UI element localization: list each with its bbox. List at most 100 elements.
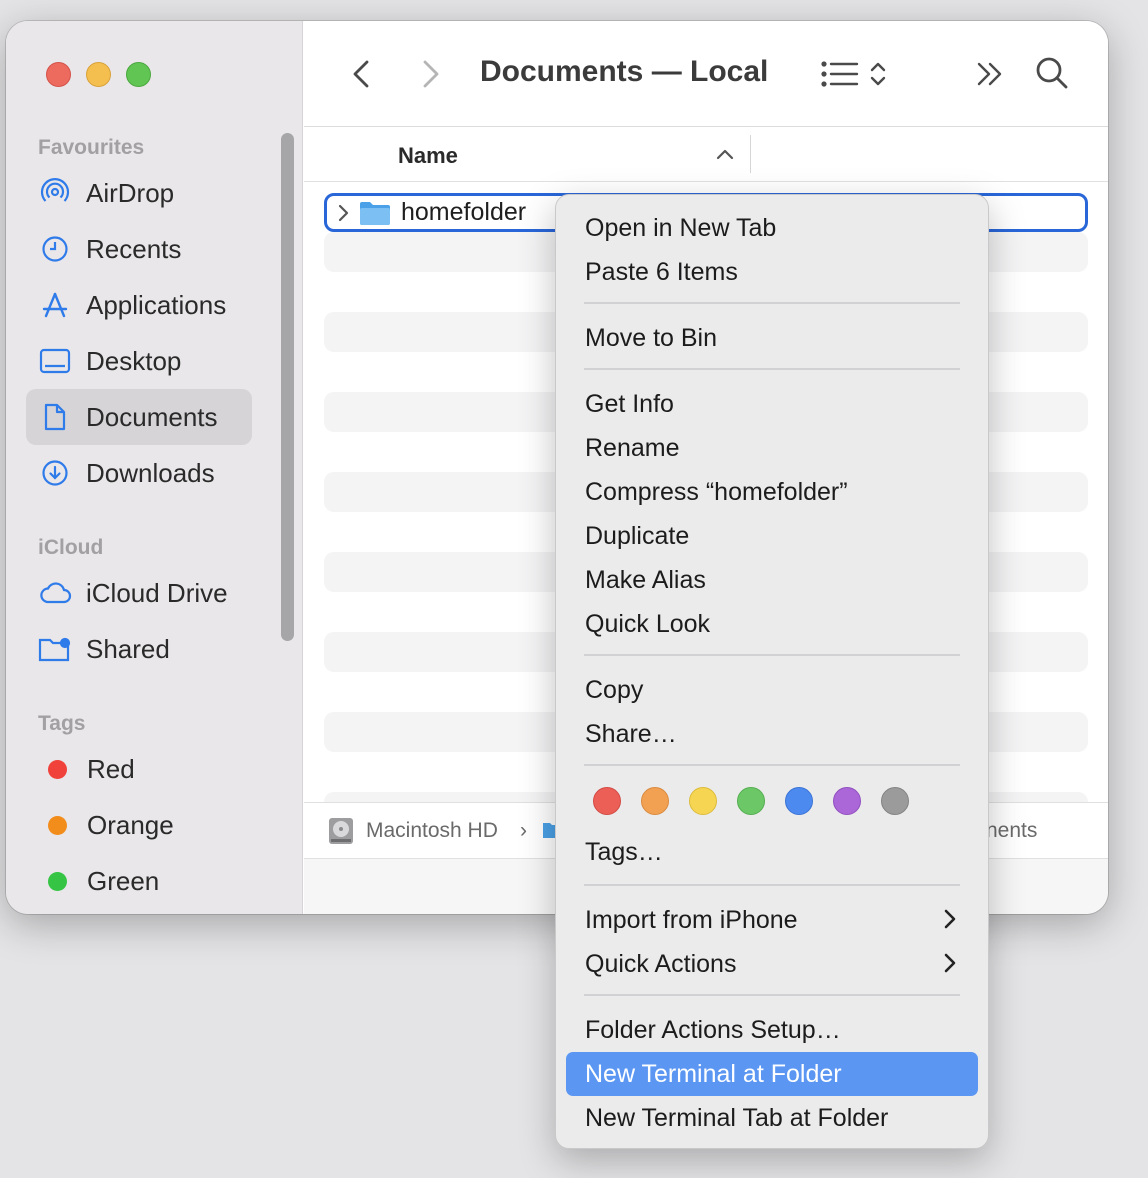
menu-item-open-in-new-tab[interactable]: Open in New Tab xyxy=(566,206,978,250)
sidebar-item-label: Orange xyxy=(87,809,174,840)
sidebar-item-icloud-drive[interactable]: iCloud Drive xyxy=(26,565,252,621)
minimize-window-button[interactable] xyxy=(86,62,111,87)
sidebar-item-label: Red xyxy=(87,753,135,784)
sidebar-item-desktop[interactable]: Desktop xyxy=(26,333,252,389)
menu-item-label: Get Info xyxy=(585,389,674,418)
path-item-documents[interactable]: nents xyxy=(986,819,1037,843)
zoom-window-button[interactable] xyxy=(126,62,151,87)
menu-item-quick-look[interactable]: Quick Look xyxy=(566,602,978,646)
menu-item-tags[interactable]: Tags… xyxy=(566,830,978,874)
close-window-button[interactable] xyxy=(46,62,71,87)
menu-item-import-from-iphone[interactable]: Import from iPhone xyxy=(566,898,978,942)
column-divider xyxy=(750,135,751,173)
path-separator: › xyxy=(520,819,527,842)
menu-separator xyxy=(584,654,960,656)
file-name: homefolder xyxy=(401,198,527,226)
menu-item-label: Quick Actions xyxy=(585,949,737,978)
forward-button[interactable] xyxy=(414,55,448,93)
shared-folder-icon xyxy=(38,632,72,666)
search-button[interactable] xyxy=(1032,53,1072,93)
tag-color-red[interactable] xyxy=(593,787,621,815)
menu-item-move-to-bin[interactable]: Move to Bin xyxy=(566,316,978,360)
menu-item-label: Tags… xyxy=(585,837,663,866)
sidebar-tag-green[interactable]: Green xyxy=(26,853,252,909)
menu-item-label: Folder Actions Setup… xyxy=(585,1015,841,1044)
red-tag-dot xyxy=(48,759,67,779)
menu-item-label: Share… xyxy=(585,719,677,748)
menu-separator xyxy=(584,884,960,886)
sidebar-item-label: AirDrop xyxy=(86,177,175,208)
more-toolbar-button[interactable] xyxy=(970,55,1010,93)
sidebar-item-label: Documents xyxy=(86,401,218,432)
document-icon xyxy=(38,400,72,434)
download-icon xyxy=(38,456,72,490)
back-button[interactable] xyxy=(344,55,378,93)
menu-item-folder-actions-setup[interactable]: Folder Actions Setup… xyxy=(566,1008,978,1052)
sidebar-item-airdrop[interactable]: AirDrop xyxy=(26,165,252,221)
clock-icon xyxy=(38,232,72,266)
hard-disk-icon xyxy=(329,818,353,844)
menu-item-label: Make Alias xyxy=(585,565,706,594)
sidebar-item-recents[interactable]: Recents xyxy=(26,221,252,277)
sidebar-section-favourites: Favourites xyxy=(38,136,145,159)
toolbar: Documents — Local xyxy=(304,21,1108,127)
sidebar-item-label: Downloads xyxy=(86,457,215,488)
menu-separator xyxy=(584,764,960,766)
sidebar-item-documents[interactable]: Documents xyxy=(26,389,252,445)
context-menu: Open in New Tab Paste 6 Items Move to Bi… xyxy=(555,194,989,1149)
sidebar-item-applications[interactable]: Applications xyxy=(26,277,252,333)
sidebar-scrollbar[interactable] xyxy=(281,133,294,641)
sidebar-item-downloads[interactable]: Downloads xyxy=(26,445,252,501)
menu-item-duplicate[interactable]: Duplicate xyxy=(566,514,978,558)
column-header: Name xyxy=(304,127,1108,182)
sidebar-item-shared[interactable]: Shared xyxy=(26,621,252,677)
chevron-left-icon xyxy=(353,60,369,88)
menu-item-label: Move to Bin xyxy=(585,323,718,352)
menu-item-label: Paste 6 Items xyxy=(585,257,738,286)
sidebar-item-label: iCloud Drive xyxy=(86,577,228,608)
menu-item-label: Open in New Tab xyxy=(585,213,777,242)
applications-icon xyxy=(38,288,72,322)
menu-item-share[interactable]: Share… xyxy=(566,712,978,756)
menu-separator xyxy=(584,302,960,304)
menu-item-label: Rename xyxy=(585,433,680,462)
chevron-right-icon xyxy=(944,909,956,929)
double-chevron-icon xyxy=(977,62,1002,86)
tag-color-blue[interactable] xyxy=(785,787,813,815)
view-options-button[interactable] xyxy=(814,55,894,93)
sidebar-tag-red[interactable]: Red xyxy=(26,741,252,797)
menu-item-compress[interactable]: Compress “homefolder” xyxy=(566,470,978,514)
cloud-icon xyxy=(38,576,72,610)
path-item-disk[interactable]: Macintosh HD xyxy=(366,819,498,843)
tag-color-purple[interactable] xyxy=(833,787,861,815)
menu-item-paste[interactable]: Paste 6 Items xyxy=(566,250,978,294)
menu-item-make-alias[interactable]: Make Alias xyxy=(566,558,978,602)
tag-color-green[interactable] xyxy=(737,787,765,815)
window-title: Documents — Local xyxy=(480,55,769,88)
chevron-right-icon xyxy=(423,60,439,88)
sidebar-section-icloud: iCloud xyxy=(38,536,104,559)
menu-item-label: Import from iPhone xyxy=(585,905,798,934)
menu-item-copy[interactable]: Copy xyxy=(566,668,978,712)
menu-item-get-info[interactable]: Get Info xyxy=(566,382,978,426)
sidebar-item-label: Recents xyxy=(86,233,182,264)
name-column-header[interactable]: Name xyxy=(398,143,458,169)
menu-item-new-terminal-tab-at-folder[interactable]: New Terminal Tab at Folder xyxy=(566,1096,978,1140)
sidebar-section-tags: Tags xyxy=(38,712,86,735)
sidebar-tag-orange[interactable]: Orange xyxy=(26,797,252,853)
folder-icon xyxy=(360,201,390,225)
menu-item-label: Quick Look xyxy=(585,609,711,638)
tag-color-orange[interactable] xyxy=(641,787,669,815)
sidebar-item-label: Green xyxy=(87,865,160,896)
tag-color-yellow[interactable] xyxy=(689,787,717,815)
chevron-right-icon xyxy=(944,953,956,973)
sidebar-item-label: Applications xyxy=(86,289,227,320)
menu-separator xyxy=(584,994,960,996)
disclosure-chevron-icon[interactable] xyxy=(335,202,351,224)
menu-item-quick-actions[interactable]: Quick Actions xyxy=(566,942,978,986)
sidebar-item-label: Desktop xyxy=(86,345,182,376)
menu-item-label: Duplicate xyxy=(585,521,690,550)
tag-color-gray[interactable] xyxy=(881,787,909,815)
menu-item-rename[interactable]: Rename xyxy=(566,426,978,470)
menu-item-new-terminal-at-folder[interactable]: New Terminal at Folder xyxy=(566,1052,978,1096)
